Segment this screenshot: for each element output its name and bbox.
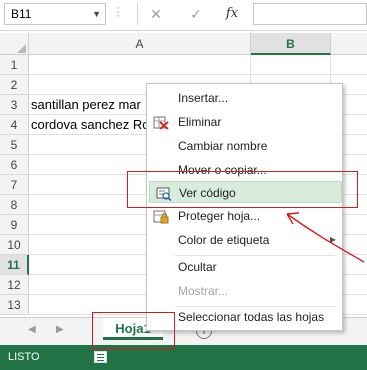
menu-item-mostrar: Mostrar... [147,280,342,302]
cell-a[interactable] [29,55,251,75]
formula-bar-divider [137,3,138,25]
formula-input[interactable] [253,3,367,25]
menu-item-insertar[interactable]: Insertar... [147,87,342,109]
row-header[interactable]: 4 [0,115,29,135]
select-all-corner[interactable] [0,33,29,55]
menu-item-label: Cambiar nombre [178,139,268,153]
column-header-a[interactable]: A [29,33,251,55]
next-sheet-icon[interactable]: ▶ [56,324,64,335]
previous-sheet-icon[interactable]: ◀ [28,324,36,335]
row-header[interactable]: 3 [0,95,29,115]
formula-bar: B11 ▼ · · · ✕ ✓ fx [0,0,367,31]
menu-item-seleccionar-todas[interactable]: Seleccionar todas las hojas [147,306,342,328]
row-header[interactable]: 6 [0,155,29,175]
menu-item-label: Ocultar [178,260,217,274]
formula-bar-grip-icon: · · · [116,0,120,22]
annotation-highlight-sheet-tab [92,312,175,349]
insert-function-icon[interactable]: fx [222,3,242,25]
column-header-b[interactable]: B [251,33,331,55]
menu-item-color-etiqueta[interactable]: Color de etiqueta ▶ [147,229,342,251]
status-text: LISTO [8,351,40,363]
confirm-entry-icon[interactable]: ✓ [186,3,206,25]
menu-item-label: Mostrar... [178,284,229,298]
menu-item-label: Color de etiqueta [178,233,270,247]
row-header[interactable]: 1 [0,55,29,75]
row-header[interactable]: 8 [0,195,29,215]
menu-item-eliminar[interactable]: Eliminar [147,111,342,133]
row-header[interactable]: 2 [0,75,29,95]
row-header[interactable]: 5 [0,135,29,155]
menu-item-label: Seleccionar todas las hojas [178,310,325,324]
row-header[interactable]: 13 [0,295,29,315]
cancel-entry-icon[interactable]: ✕ [146,3,166,25]
name-box[interactable]: B11 ▼ [4,3,106,25]
column-header-row: A B [0,33,367,55]
macro-recording-icon[interactable] [94,351,107,363]
row-header[interactable]: 10 [0,235,29,255]
menu-item-label: Eliminar [178,115,222,129]
annotation-highlight-ver-codigo [127,171,358,208]
row-header-selected[interactable]: 11 [0,255,29,275]
protect-sheet-icon [153,209,169,224]
cell-c[interactable] [331,55,367,75]
status-bar: LISTO [0,345,367,370]
menu-item-cambiar-nombre[interactable]: Cambiar nombre [147,135,342,157]
table-row: 1 [0,55,367,75]
name-box-value: B11 [11,7,32,21]
name-box-dropdown-icon[interactable]: ▼ [92,4,101,24]
delete-sheet-icon [153,115,169,130]
row-header[interactable]: 12 [0,275,29,295]
cell-b[interactable] [251,55,331,75]
row-header[interactable]: 9 [0,215,29,235]
menu-item-ocultar[interactable]: Ocultar [147,256,342,278]
row-header[interactable]: 7 [0,175,29,195]
menu-item-proteger-hoja[interactable]: Proteger hoja... [147,205,342,227]
submenu-arrow-icon: ▶ [329,235,336,244]
menu-item-label: Insertar... [178,91,229,105]
menu-item-label: Proteger hoja... [178,209,261,223]
